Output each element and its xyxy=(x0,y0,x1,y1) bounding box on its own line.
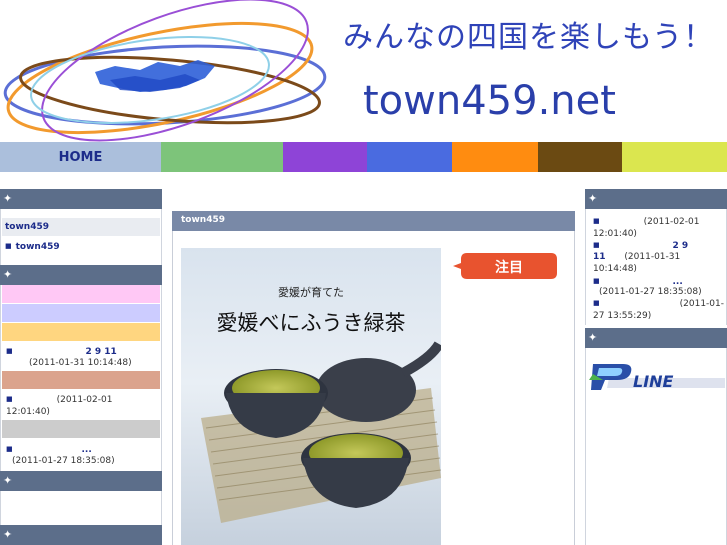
content-title-bar: town459 xyxy=(172,211,575,231)
left-post-2[interactable]: ■ (2011-02-01 12:01:40) xyxy=(2,391,160,421)
left-post-3[interactable]: ■ ... (2011-01-27 18:35:08) xyxy=(2,441,160,471)
site-header: みんなの四国を楽しもう！ town459.net xyxy=(0,0,727,142)
left-section-1: town459 ■ town459 xyxy=(0,209,162,265)
main-nav: HOME xyxy=(0,142,727,172)
site-tagline: みんなの四国を楽しもう！ xyxy=(343,20,715,55)
content-title: town459 xyxy=(181,215,225,225)
square-bullet-icon: ■ xyxy=(6,347,13,355)
right-post-2[interactable]: ■ 2 9 11 (2011-01-31 10:14:48) xyxy=(587,239,725,275)
diamond-star-icon: ✦ xyxy=(588,192,598,205)
diamond-star-icon: ✦ xyxy=(3,192,13,205)
nav-home-label: HOME xyxy=(58,149,103,165)
right-post-2-num: 11 xyxy=(593,252,606,262)
left-band-5[interactable] xyxy=(2,420,160,438)
nav-item-1[interactable] xyxy=(161,142,283,172)
green-tea-banner[interactable]: 愛媛が育てた 愛媛べにふうき緑茶 xyxy=(181,248,441,545)
nav-item-2[interactable] xyxy=(283,142,367,172)
pline-logo-icon[interactable]: LINE xyxy=(589,360,725,392)
left-section-2: ■ 2 9 11 (2011-01-31 10:14:48) ■ (2011-02… xyxy=(0,285,162,471)
orbit-logo-icon[interactable] xyxy=(0,0,340,142)
right-section-1: ■ (2011-02-01 12:01:40) ■ 2 9 11 (2011-01… xyxy=(585,209,727,325)
left-section-2-header: ✦ xyxy=(0,265,162,285)
diamond-star-icon: ✦ xyxy=(3,268,13,281)
nav-item-6[interactable] xyxy=(622,142,727,172)
left-section-1-header: ✦ xyxy=(0,189,162,209)
nav-home-button[interactable]: HOME xyxy=(0,142,161,172)
right-post-1[interactable]: ■ (2011-02-01 12:01:40) xyxy=(587,213,725,239)
square-bullet-icon: ■ xyxy=(593,277,600,285)
left-section-4-header: ✦ xyxy=(0,525,162,545)
callout-text: 注目 xyxy=(495,259,523,276)
banner-caption-small: 愛媛が育てた xyxy=(278,285,344,299)
right-section-1-header: ✦ xyxy=(585,189,727,209)
left-band-1[interactable] xyxy=(2,285,160,303)
square-bullet-icon: ■ xyxy=(6,445,13,453)
left-box1-item[interactable]: ■ town459 xyxy=(5,240,60,253)
right-post-2-title: 2 9 xyxy=(672,241,689,251)
right-post-2-date: (2011-01-31 10:14:48) xyxy=(593,252,681,274)
diamond-star-icon: ✦ xyxy=(3,528,13,541)
left-post-3-date: (2011-01-27 18:35:08) xyxy=(12,456,115,466)
right-section-2-header: ✦ xyxy=(585,328,727,348)
right-post-4[interactable]: ■ (2011-01-27 13:55:29) xyxy=(587,297,725,325)
left-section-3 xyxy=(0,491,162,525)
left-post-1-title: 2 9 11 xyxy=(85,347,117,357)
diamond-star-icon: ✦ xyxy=(588,331,598,344)
nav-item-4[interactable] xyxy=(452,142,538,172)
left-post-2-date: (2011-02-01 12:01:40) xyxy=(6,395,113,417)
content-box: 愛媛が育てた 愛媛べにふうき緑茶 注目 xyxy=(172,231,575,545)
left-post-3-title: ... xyxy=(81,445,92,455)
left-band-2[interactable] xyxy=(2,304,160,322)
right-sidebar: ✦ ■ (2011-02-01 12:01:40) ■ 2 9 11 (2011-… xyxy=(585,172,727,545)
left-post-1-date: (2011-01-31 10:14:48) xyxy=(29,358,132,368)
square-bullet-icon: ■ xyxy=(6,395,13,403)
callout-badge[interactable]: 注目 xyxy=(453,249,557,283)
left-sidebar: ✦ town459 ■ town459 ✦ ■ 2 9 11 (2011-01-3… xyxy=(0,172,162,545)
left-band-4[interactable] xyxy=(2,371,160,389)
nav-item-5[interactable] xyxy=(538,142,622,172)
diamond-star-icon: ✦ xyxy=(3,474,13,487)
left-box1-label: town459 xyxy=(5,222,49,232)
banner-caption-large: 愛媛べにふうき緑茶 xyxy=(217,311,406,335)
square-bullet-icon: ■ xyxy=(593,217,600,225)
site-domain: town459.net xyxy=(363,78,616,124)
square-bullet-icon: ■ xyxy=(593,241,600,249)
right-post-4-date: (2011-01-27 13:55:29) xyxy=(593,299,724,321)
square-bullet-icon: ■ xyxy=(5,242,12,250)
right-section-2: LINE xyxy=(585,348,727,545)
left-band-3[interactable] xyxy=(2,323,160,341)
main-content: town459 愛媛が育てた 愛媛べにふうき緑茶 注目 xyxy=(162,172,585,545)
right-post-1-date: (2011-02-01 12:01:40) xyxy=(593,217,700,239)
square-bullet-icon: ■ xyxy=(593,299,600,307)
nav-item-3[interactable] xyxy=(367,142,452,172)
pline-logo-text: LINE xyxy=(633,372,674,391)
left-section-3-header: ✦ xyxy=(0,471,162,491)
